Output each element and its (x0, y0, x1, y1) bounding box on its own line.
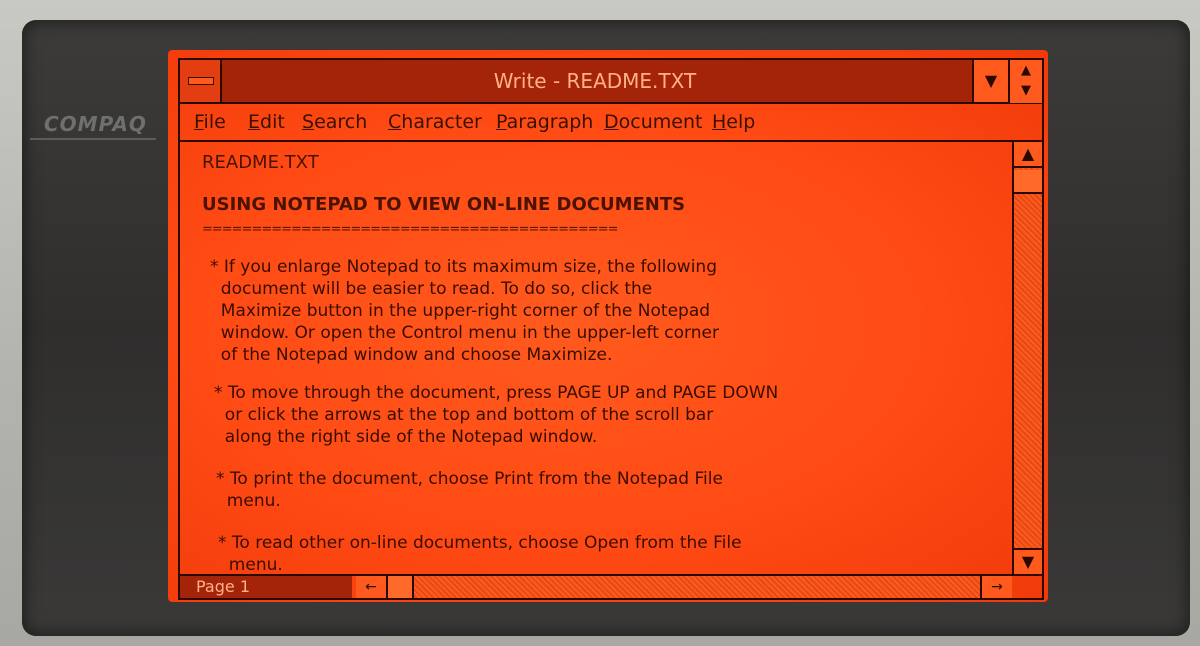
document-filename: README.TXT (202, 152, 319, 173)
menu-search[interactable]: Search (302, 104, 367, 140)
brand-logo: COMPAQ (44, 112, 147, 136)
status-bar: Page 1 ← → (180, 574, 1042, 598)
vertical-scroll-thumb[interactable] (1014, 170, 1042, 194)
menu-file-rest: ile (203, 111, 226, 133)
minimize-icon: ▼ (984, 71, 998, 90)
menu-edit-rest: dit (260, 111, 285, 133)
maximize-icon: ▲ ▼ (1021, 63, 1031, 98)
menu-search-rest: earch (314, 111, 368, 133)
horizontal-scrollbar[interactable]: ← → (356, 576, 1012, 598)
title-bar[interactable]: Write - README.TXT ▼ ▲ ▼ (180, 60, 1042, 104)
control-menu-button[interactable] (180, 60, 222, 102)
heading-rule: ========================================… (202, 222, 618, 237)
menu-file[interactable]: File (194, 104, 226, 140)
display: Write - README.TXT ▼ ▲ ▼ File Edit Search… (168, 50, 1048, 602)
horizontal-scroll-thumb[interactable] (388, 576, 414, 598)
scroll-up-arrow-icon[interactable]: ▲ (1014, 142, 1042, 168)
scroll-down-arrow-icon[interactable]: ▼ (1014, 548, 1042, 574)
menu-document[interactable]: Document (604, 104, 702, 140)
document-heading: USING NOTEPAD TO VIEW ON-LINE DOCUMENTS (202, 194, 686, 215)
page-indicator: Page 1 (180, 576, 352, 598)
paragraph-print: * To print the document, choose Print fr… (216, 469, 723, 511)
menu-character[interactable]: Character (388, 104, 482, 140)
menu-edit[interactable]: Edit (248, 104, 285, 140)
window-title: Write - README.TXT (493, 69, 697, 93)
menu-help-rest: elp (726, 111, 756, 133)
paragraph-navigate: * To move through the document, press PA… (214, 383, 779, 447)
maximize-button[interactable]: ▲ ▼ (1008, 60, 1042, 103)
control-menu-icon (188, 77, 214, 85)
write-window: Write - README.TXT ▼ ▲ ▼ File Edit Search… (178, 58, 1044, 600)
menu-paragraph[interactable]: Paragraph (496, 104, 593, 140)
menu-bar: File Edit Search Character Paragraph Doc… (180, 104, 1042, 142)
brand-underline (30, 138, 156, 140)
menu-character-rest: haracter (401, 111, 482, 133)
menu-document-rest: ocument (618, 111, 703, 133)
vertical-scrollbar[interactable]: ▲ ▼ (1012, 142, 1042, 574)
minimize-button[interactable]: ▼ (972, 60, 1008, 102)
document-area[interactable]: README.TXT USING NOTEPAD TO VIEW ON-LINE… (180, 142, 1010, 574)
menu-help[interactable]: Help (712, 104, 755, 140)
menu-paragraph-rest: aragraph (506, 111, 594, 133)
scroll-left-arrow-icon[interactable]: ← (356, 576, 388, 598)
scroll-right-arrow-icon[interactable]: → (980, 576, 1012, 598)
paragraph-open: * To read other on-line documents, choos… (218, 533, 742, 574)
paragraph-maximize: * If you enlarge Notepad to its maximum … (210, 257, 719, 365)
